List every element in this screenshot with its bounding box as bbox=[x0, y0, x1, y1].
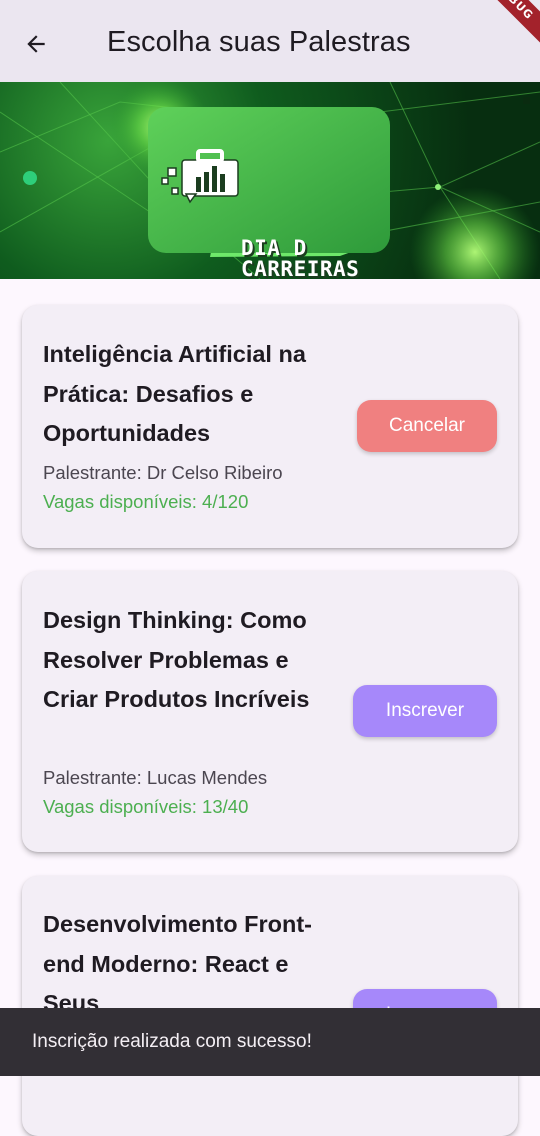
banner-logo-text-2: CARREIRAS bbox=[241, 257, 360, 279]
talk-card: Design Thinking: Como Resolver Problemas… bbox=[22, 571, 518, 852]
subscribe-button[interactable]: Inscrever bbox=[353, 685, 497, 737]
debug-banner: DEBUG bbox=[463, 0, 540, 52]
banner-logo-text-1: DIA D bbox=[241, 236, 307, 260]
snackbar-message: Inscrição realizada com sucesso! bbox=[32, 1031, 312, 1052]
talk-card: Desenvolvimento Front-end Moderno: React… bbox=[22, 876, 518, 1136]
talk-title: Desenvolvimento Front-end Moderno: React… bbox=[43, 911, 312, 1016]
event-banner: DIA D CARREIRAS bbox=[0, 82, 540, 279]
talk-speaker: Palestrante: Lucas Mendes bbox=[43, 767, 268, 788]
cancel-button[interactable]: Cancelar bbox=[357, 400, 497, 452]
talk-speaker: Palestrante: Dr Celso Ribeiro bbox=[43, 462, 283, 483]
back-button[interactable] bbox=[14, 22, 58, 66]
talk-title: Design Thinking: Como Resolver Problemas… bbox=[43, 607, 310, 712]
page-title: Escolha suas Palestras bbox=[107, 26, 411, 58]
arrow-left-icon bbox=[27, 35, 45, 53]
talk-vagas: Vagas disponíveis: 13/40 bbox=[43, 796, 249, 817]
snackbar: Inscrição realizada com sucesso! bbox=[0, 1008, 540, 1076]
app-bar: Escolha suas Palestras DEBUG bbox=[0, 0, 540, 82]
talk-card: Inteligência Artificial na Prática: Desa… bbox=[22, 305, 518, 548]
talk-title: Inteligência Artificial na Prática: Desa… bbox=[43, 341, 306, 446]
talk-vagas: Vagas disponíveis: 4/120 bbox=[43, 491, 249, 512]
